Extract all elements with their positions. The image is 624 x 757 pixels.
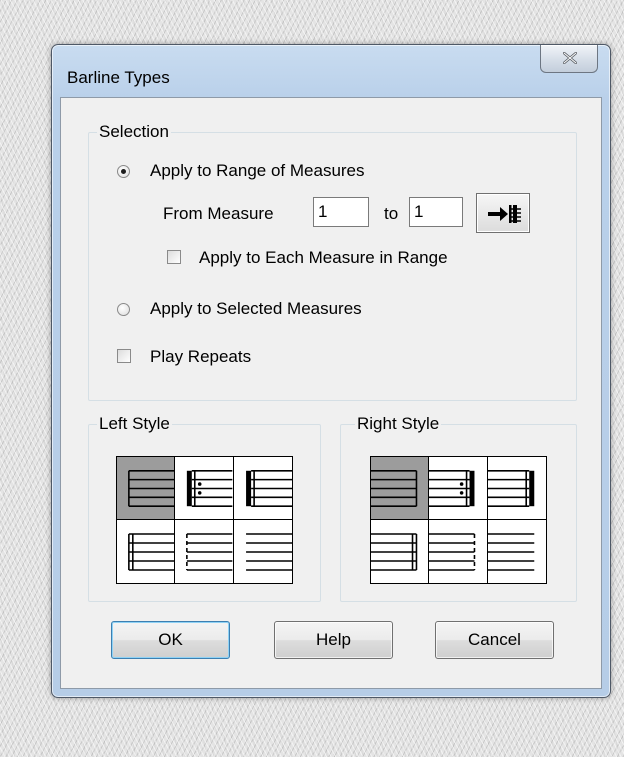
dialog-title: Barline Types [67, 68, 170, 87]
dialog-client-area: Selection Apply to Range of Measures Fro… [60, 97, 602, 689]
each-measure-checkbox[interactable] [167, 250, 181, 264]
play-repeats-checkbox[interactable] [117, 349, 131, 363]
apply-range-label[interactable]: Apply to Range of Measures [150, 161, 365, 181]
right-style-final[interactable] [487, 457, 546, 520]
repeat-end-icon [429, 469, 475, 507]
normal-barline-icon [128, 469, 175, 507]
apply-selected-label[interactable]: Apply to Selected Measures [150, 299, 362, 319]
barline-types-dialog: Barline Types Selection Apply to Range o… [51, 44, 611, 698]
go-to-end-button[interactable] [476, 193, 530, 233]
right-style-normal[interactable] [371, 457, 430, 520]
right-style-double[interactable] [371, 520, 430, 583]
left-style-group-label: Left Style [97, 414, 172, 434]
left-style-dashed[interactable] [175, 520, 234, 583]
play-repeats-label[interactable]: Play Repeats [150, 347, 251, 367]
each-measure-label[interactable]: Apply to Each Measure in Range [199, 248, 448, 268]
to-label: to [384, 204, 399, 223]
normal-barline-icon [371, 469, 418, 507]
to-measure-input[interactable] [409, 197, 463, 227]
from-measure-label: From Measure [163, 204, 274, 223]
dashed-barline-icon [429, 533, 476, 571]
right-style-repeat-end[interactable] [429, 457, 488, 520]
left-style-repeat-start[interactable] [175, 457, 234, 520]
close-x-icon [563, 52, 577, 64]
right-style-group-label: Right Style [355, 414, 442, 434]
apply-range-radio[interactable] [117, 165, 130, 178]
double-barline-icon [128, 533, 175, 571]
help-button[interactable]: Help [274, 621, 393, 659]
left-style-grid [116, 456, 293, 584]
from-measure-input[interactable] [313, 197, 369, 227]
left-style-heavy-start[interactable] [233, 457, 292, 520]
repeat-start-icon [187, 469, 233, 507]
invisible-barline-icon [245, 533, 292, 571]
right-style-grid [370, 456, 547, 584]
cancel-button[interactable]: Cancel [435, 621, 554, 659]
ok-button[interactable]: OK [111, 621, 230, 659]
right-style-invisible[interactable] [487, 520, 546, 583]
heavy-start-icon [245, 469, 292, 507]
selection-group-label: Selection [97, 122, 171, 142]
invisible-barline-icon [487, 533, 534, 571]
right-style-dashed[interactable] [429, 520, 488, 583]
left-style-invisible[interactable] [233, 520, 292, 583]
apply-selected-radio[interactable] [117, 303, 130, 316]
double-barline-icon [371, 533, 418, 571]
dashed-barline-icon [186, 533, 233, 571]
left-style-normal[interactable] [117, 457, 176, 520]
final-barline-icon [487, 469, 534, 507]
close-button[interactable] [540, 45, 598, 73]
left-style-double[interactable] [117, 520, 176, 583]
go-to-end-icon [488, 205, 521, 223]
